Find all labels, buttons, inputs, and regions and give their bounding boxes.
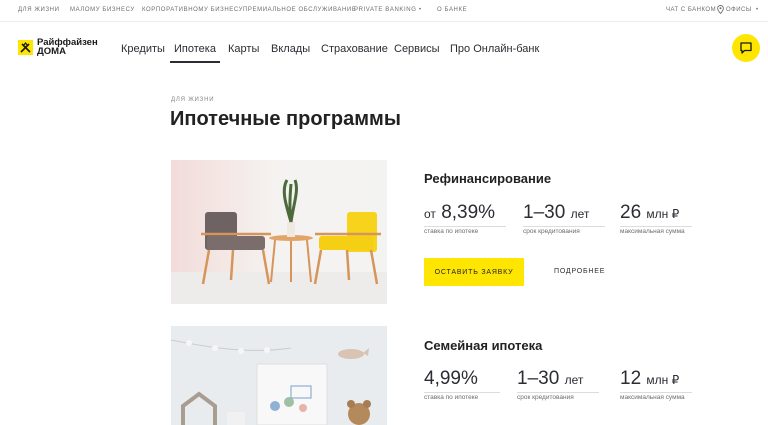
more-link[interactable]: Подробнее: [554, 268, 605, 275]
nav-item-insurance[interactable]: Страхование: [321, 43, 388, 55]
topbar-link-small-business[interactable]: Малому бизнесу: [70, 7, 135, 13]
stat-term-unit: лет: [564, 373, 584, 387]
stat-term-value: 1–30: [523, 202, 566, 223]
stat-divider: [424, 392, 500, 393]
stat-rate-label: ставка по ипотеке: [424, 394, 479, 401]
map-pin-icon: [717, 5, 724, 16]
nav-item-deposits[interactable]: Вклады: [271, 43, 310, 55]
topbar-more-dot[interactable]: •: [756, 7, 759, 13]
page-title: Ипотечные программы: [170, 108, 401, 130]
topbar-chat-link[interactable]: Чат с банком: [666, 7, 716, 13]
stat-rate: от 8,39%: [424, 202, 495, 224]
stat-divider: [424, 226, 506, 227]
program-image-family: [171, 326, 387, 425]
chat-button[interactable]: [732, 34, 760, 62]
program-title-refinancing[interactable]: Рефинансирование: [424, 171, 551, 186]
stat-divider: [620, 226, 692, 227]
apply-button[interactable]: Оставить заявку: [424, 258, 524, 286]
topbar-link-life[interactable]: Для жизни: [18, 7, 60, 13]
raiffeisen-logo[interactable]: Райффайзен ДОМА: [18, 38, 102, 60]
stat-amount-value: 12: [620, 368, 642, 389]
nav-item-mortgage[interactable]: Ипотека: [170, 43, 220, 63]
stat-term-label: срок кредитования: [523, 228, 580, 235]
stat-rate-prefix: от: [424, 207, 436, 221]
chat-bubble-icon: [740, 42, 752, 54]
stat-term-value: 1–30: [517, 368, 560, 389]
stat-rate-family: 4,99%: [424, 368, 478, 390]
nav-item-services[interactable]: Сервисы: [394, 43, 440, 55]
topbar-link-about[interactable]: О банке: [437, 7, 467, 13]
stat-amount-value: 26: [620, 202, 642, 223]
logo-mark-icon: [18, 40, 33, 55]
topbar-link-corporate[interactable]: Корпоративному бизнесу: [142, 7, 243, 13]
nav-item-online-bank[interactable]: Про Онлайн-банк: [450, 43, 539, 55]
stat-term-family: 1–30 лет: [517, 368, 583, 390]
topbar-link-premium[interactable]: Премиальное обслуживание: [243, 7, 356, 13]
top-utility-bar: Для жизни Малому бизнесу Корпоративному …: [0, 0, 768, 22]
topbar-separator-dot: •: [419, 7, 422, 13]
stat-rate-value: 4,99%: [424, 368, 478, 389]
stat-divider: [620, 392, 692, 393]
nav-item-cards[interactable]: Карты: [228, 43, 259, 55]
stat-rate-value: 8,39%: [441, 202, 496, 223]
program-title-family[interactable]: Семейная ипотека: [424, 338, 542, 353]
stat-amount: 26 млн ₽: [620, 202, 679, 224]
stat-term-unit: лет: [570, 207, 590, 221]
stat-divider: [523, 226, 605, 227]
stat-term: 1–30 лет: [523, 202, 589, 224]
nav-item-credits[interactable]: Кредиты: [121, 43, 165, 55]
stat-amount-label: максимальная сумма: [620, 228, 685, 235]
stat-rate-label: ставка по ипотеке: [424, 228, 479, 235]
program-image-refinancing: [171, 160, 387, 304]
topbar-link-private-banking[interactable]: Private Banking: [354, 7, 416, 13]
logo-line-2: ДОМА: [37, 46, 66, 57]
stat-amount-unit: млн ₽: [646, 207, 680, 221]
topbar-offices-link[interactable]: Офисы: [726, 7, 752, 13]
stat-divider: [517, 392, 599, 393]
stat-term-label: срок кредитования: [517, 394, 574, 401]
breadcrumb[interactable]: Для жизни: [171, 97, 214, 103]
stat-amount-family: 12 млн ₽: [620, 368, 679, 390]
stat-amount-label: максимальная сумма: [620, 394, 685, 401]
stat-amount-unit: млн ₽: [646, 373, 680, 387]
